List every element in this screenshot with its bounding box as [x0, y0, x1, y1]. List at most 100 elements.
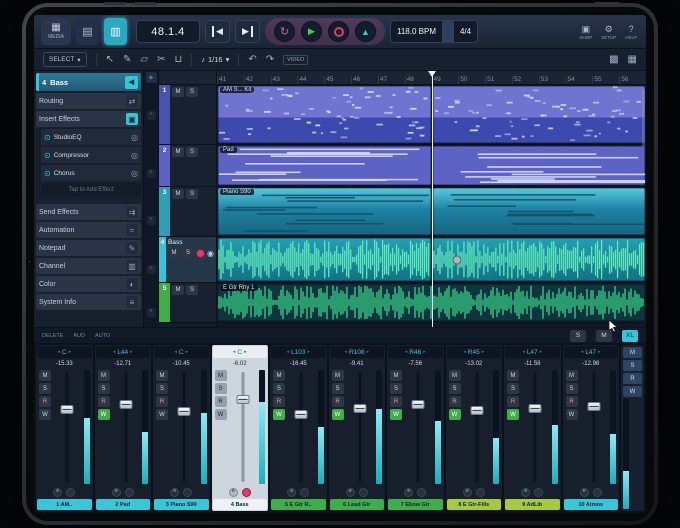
channel-edit-icon[interactable]: e [463, 488, 472, 497]
volume-fader[interactable] [404, 370, 433, 484]
master-button[interactable]: M [623, 347, 642, 358]
midi-region[interactable] [433, 86, 646, 143]
sidebar-item-automation[interactable]: Automation ≈ [36, 222, 141, 238]
keys-view-button[interactable]: ▥ [104, 18, 127, 45]
glue-tool-icon[interactable]: ⊔ [174, 55, 182, 65]
mixer-size-small-button[interactable]: S [570, 330, 586, 342]
solo-button[interactable]: S [39, 383, 51, 394]
solo-button[interactable]: S [215, 383, 227, 394]
mute-button[interactable]: M [156, 370, 168, 381]
solo-button[interactable]: S [156, 383, 168, 394]
monitor-icon[interactable]: ◉ [207, 249, 214, 258]
sidebar-item-insert-effects[interactable]: Insert Effects ▣ [36, 111, 141, 127]
pan-control[interactable]: ◂ C ▸ [37, 346, 92, 358]
eraser-tool-icon[interactable]: ▱ [140, 55, 148, 65]
record-enable-icon[interactable] [125, 488, 134, 497]
arrangement-area[interactable]: 41424344454647484950515253545556 AM S...… [217, 71, 646, 327]
audio-region[interactable] [433, 238, 646, 281]
mixer-channel-strip[interactable]: ◂ L47 ▸ -12.98 M S R W [563, 345, 620, 511]
read-automation-button[interactable]: R [39, 396, 51, 407]
write-automation-button[interactable]: W [215, 409, 227, 420]
sidebar-item-color[interactable]: Color ◐ [36, 276, 141, 292]
channel-name[interactable]: 2 Pad [96, 499, 151, 510]
channel-edit-icon[interactable]: e [112, 488, 121, 497]
pan-control[interactable]: ◂ R46 ▸ [388, 346, 443, 358]
audio-button[interactable]: AUD [73, 333, 85, 339]
redo-icon[interactable]: ↷ [266, 55, 274, 65]
power-icon[interactable]: ⊙ [44, 151, 51, 160]
write-automation-button[interactable]: W [332, 409, 344, 420]
fader-cap[interactable] [412, 400, 425, 409]
media-button[interactable]: ▦ MEDIA [41, 18, 71, 45]
cycle-button[interactable]: ↻ [274, 21, 295, 42]
effect-edit-icon[interactable]: ◎ [131, 169, 138, 178]
automation-toggle-button[interactable]: AUTO [95, 333, 110, 339]
record-button[interactable] [328, 21, 349, 42]
track-freeze-icon[interactable]: * [147, 216, 156, 225]
add-effect-button[interactable]: Tap to Add Effect [41, 183, 141, 197]
mixer-channel-strip[interactable]: ◂ R45 ▸ -13.02 M S R W [446, 345, 503, 511]
undo-icon[interactable]: ↶ [248, 55, 256, 65]
channel-name[interactable]: 4 Bass [213, 499, 268, 510]
snap-control[interactable]: ♪ 1/16 ▾ [201, 55, 229, 64]
master-strip[interactable]: MSRW [621, 345, 644, 511]
solo-button[interactable]: S [507, 383, 519, 394]
inspector-header[interactable]: 4 Bass ◀ [36, 73, 141, 91]
setup-button[interactable]: ⚙ SETUP [601, 24, 616, 40]
channel-name[interactable]: 7 Ebow Gtr [388, 499, 443, 510]
volume-fader[interactable] [229, 370, 258, 484]
mute-button[interactable]: M [172, 147, 184, 157]
write-automation-button[interactable]: W [273, 409, 285, 420]
solo-button[interactable]: S [186, 285, 198, 295]
audio-region[interactable] [218, 238, 431, 281]
channel-name[interactable]: 3 Piano S90 [154, 499, 209, 510]
channel-edit-icon[interactable]: e [404, 488, 413, 497]
pan-control[interactable]: ◂ L44 ▸ [96, 346, 151, 358]
vertical-scrollbar[interactable] [642, 89, 645, 147]
volume-fader[interactable] [53, 370, 82, 484]
solo-button[interactable]: S [186, 87, 198, 97]
channel-edit-icon[interactable]: e [346, 488, 355, 497]
volume-fader[interactable] [580, 370, 609, 484]
add-track-button[interactable]: + [146, 72, 157, 83]
midi-region[interactable] [433, 146, 646, 185]
collapse-inspector-button[interactable]: ◀ [125, 76, 138, 89]
mixer-channel-strip[interactable]: ◂ R108 ▸ -9.41 M S R W [329, 345, 386, 511]
mute-button[interactable]: M [273, 370, 285, 381]
mute-button[interactable]: M [39, 370, 51, 381]
track-header-3[interactable]: 3 M S [159, 187, 216, 237]
read-automation-button[interactable]: R [449, 396, 461, 407]
track-freeze-icon[interactable]: * [147, 111, 156, 120]
go-to-start-button[interactable]: ◀ [205, 20, 230, 43]
mixer-channel-strip[interactable]: ◂ L47 ▸ -11.58 M S R W [504, 345, 561, 511]
video-button[interactable]: VIDEO [283, 55, 308, 65]
mixer-size-xl-button[interactable]: XL [622, 330, 638, 342]
keyboard-toggle-icon[interactable]: ▩ [609, 55, 618, 65]
sidebar-item-routing[interactable]: Routing ⇄ [36, 93, 141, 109]
mute-button[interactable]: M [507, 370, 519, 381]
write-automation-button[interactable]: W [39, 409, 51, 420]
midi-region[interactable]: Piano S90 [218, 188, 431, 235]
fader-cap[interactable] [470, 406, 483, 415]
write-automation-button[interactable]: W [449, 409, 461, 420]
channel-name[interactable]: 8 E Gtr-Fills [447, 499, 502, 510]
sidebar-item-notepad[interactable]: Notepad ✎ [36, 240, 141, 256]
solo-button[interactable]: S [186, 189, 198, 199]
solo-button[interactable]: S [566, 383, 578, 394]
track-freeze-icon[interactable]: * [147, 308, 156, 317]
midi-region[interactable] [433, 188, 646, 235]
track-header-5[interactable]: 5 M S [159, 283, 216, 323]
solo-button[interactable]: S [273, 383, 285, 394]
help-button[interactable]: ? HELP [625, 24, 637, 40]
pan-control[interactable]: ◂ C ▸ [213, 346, 268, 358]
go-to-end-button[interactable]: ▶ [235, 20, 260, 43]
write-automation-button[interactable]: W [566, 409, 578, 420]
channel-edit-icon[interactable]: e [521, 488, 530, 497]
sidebar-item-system-info[interactable]: System Info ≡ [36, 294, 141, 310]
channel-edit-icon[interactable]: e [229, 488, 238, 497]
solo-button[interactable]: S [332, 383, 344, 394]
mute-button[interactable]: M [172, 87, 184, 97]
record-enable-icon[interactable] [359, 488, 368, 497]
read-automation-button[interactable]: R [566, 396, 578, 407]
metronome-button[interactable]: ▲ [355, 21, 376, 42]
